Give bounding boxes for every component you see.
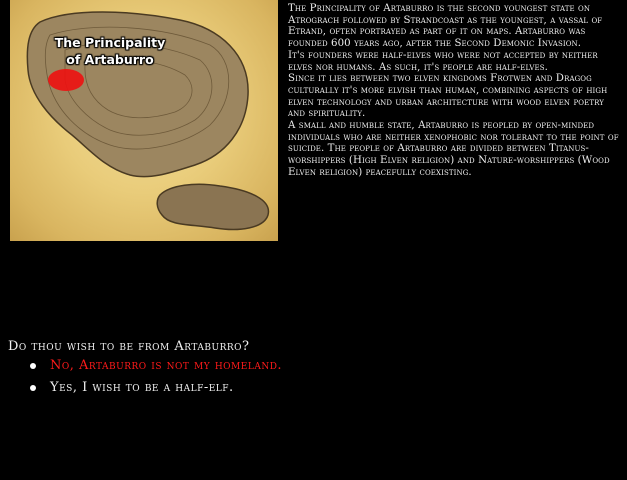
map-label-line1: The Principality — [54, 35, 166, 50]
map-label: The Principality of Artaburro — [40, 34, 180, 68]
description-paragraph: A small and humble state, Artaburro is p… — [288, 120, 619, 178]
map-image: The Principality of Artaburro — [10, 0, 278, 241]
option-no[interactable]: No, Artaburro is not my homeland. — [28, 358, 282, 380]
description-paragraph: Since it lies between two elven kingdoms… — [288, 73, 608, 120]
bullet-icon — [30, 385, 36, 391]
option-label: No, Artaburro is not my homeland. — [50, 358, 283, 373]
bullet-icon — [30, 363, 36, 369]
option-yes[interactable]: Yes, I wish to be a half-elf. — [28, 380, 282, 402]
question-text: Do thou wish to be from Artaburro? — [8, 339, 250, 354]
map-label-line2: of Artaburro — [66, 52, 154, 67]
description-paragraph: The Principality of Artaburro is the sec… — [288, 3, 603, 50]
artaburro-region — [48, 69, 84, 91]
description-text: The Principality of Artaburro is the sec… — [288, 3, 622, 179]
options-list: No, Artaburro is not my homeland. Yes, I… — [28, 358, 282, 402]
option-label: Yes, I wish to be a half-elf. — [50, 380, 234, 395]
south-island — [156, 183, 270, 231]
description-paragraph: It's founders were half-elves who were n… — [288, 49, 598, 73]
